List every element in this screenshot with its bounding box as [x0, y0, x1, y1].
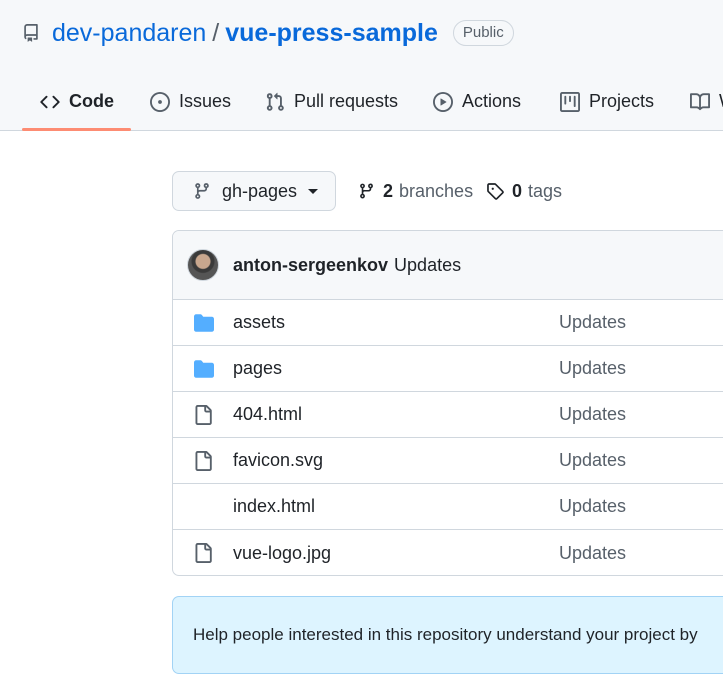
tab-label: Pull requests — [294, 91, 399, 111]
list-item[interactable]: pages Updates — [173, 346, 723, 392]
branches-label: branches — [399, 180, 474, 201]
file-icon — [195, 451, 212, 471]
tab-issues[interactable]: Issues — [150, 72, 231, 131]
tab-label: Code — [69, 91, 114, 111]
file-icon — [195, 543, 212, 563]
branches-link[interactable]: 2 branches — [358, 180, 473, 202]
latest-commit-bar: anton-sergeenkov Updates — [173, 231, 723, 300]
issue-icon — [150, 91, 170, 112]
pull-request-icon — [266, 92, 284, 111]
play-icon — [433, 91, 453, 112]
repo-owner-link[interactable]: dev-pandaren — [52, 19, 206, 48]
list-item[interactable]: vue-logo.jpg Updates — [173, 530, 723, 575]
file-commit-message-link[interactable]: Updates — [559, 543, 626, 564]
file-name-link[interactable]: vue-logo.jpg — [233, 543, 331, 564]
file-commit-message-link[interactable]: Updates — [559, 450, 626, 471]
list-item[interactable]: index.html Updates — [173, 484, 723, 530]
tags-label: tags — [528, 180, 563, 201]
tab-label: Actions — [462, 91, 522, 111]
list-item[interactable]: favicon.svg Updates — [173, 438, 723, 484]
file-name-link[interactable]: assets — [233, 312, 285, 333]
tab-wiki[interactable]: W — [690, 72, 723, 131]
repo-nav-tabs: Code Issues Pull requests Actions Projec… — [0, 72, 723, 131]
tags-count: 0 — [512, 180, 523, 201]
file-icon — [193, 497, 213, 517]
tab-projects[interactable]: Projects — [560, 72, 654, 131]
folder-icon — [194, 360, 214, 378]
commit-message-link[interactable]: Updates — [394, 255, 461, 276]
file-icon — [195, 405, 212, 425]
tab-label: Issues — [179, 91, 232, 111]
file-commit-message-link[interactable]: Updates — [559, 496, 626, 517]
tag-icon — [487, 183, 504, 200]
commit-author-link[interactable]: anton-sergeenkov — [233, 255, 388, 276]
list-item[interactable]: 404.html Updates — [173, 392, 723, 438]
branch-select-button[interactable]: gh-pages — [172, 171, 336, 211]
tags-link[interactable]: 0 tags — [486, 180, 562, 202]
chevron-down-icon — [308, 188, 319, 194]
repo-title: dev-pandaren / vue-press-sample Public — [22, 16, 514, 50]
tab-code[interactable]: Code — [40, 72, 114, 131]
tab-pull-requests[interactable]: Pull requests — [265, 72, 398, 131]
avatar[interactable] — [187, 249, 219, 281]
visibility-badge: Public — [452, 20, 514, 46]
file-commit-message-link[interactable]: Updates — [559, 404, 626, 425]
list-item[interactable]: assets Updates — [173, 300, 723, 346]
file-commit-message-link[interactable]: Updates — [559, 358, 626, 379]
path-separator: / — [212, 18, 220, 47]
git-branch-icon — [195, 183, 209, 199]
file-name-link[interactable]: 404.html — [233, 404, 302, 425]
repo-name-link[interactable]: vue-press-sample — [225, 19, 438, 48]
tab-label: Projects — [589, 91, 655, 111]
repo-header: dev-pandaren / vue-press-sample Public C… — [0, 0, 723, 131]
git-branch-icon — [360, 183, 373, 199]
file-name-link[interactable]: pages — [233, 358, 282, 379]
file-list: anton-sergeenkov Updates assets Updates … — [172, 230, 723, 576]
tab-label: W — [719, 91, 723, 112]
file-commit-message-link[interactable]: Updates — [559, 312, 626, 333]
branches-count: 2 — [383, 180, 394, 201]
book-icon — [690, 92, 710, 110]
tab-actions[interactable]: Actions — [433, 72, 521, 131]
current-branch-label: gh-pages — [222, 180, 298, 201]
readme-banner-text: Help people interested in this repositor… — [193, 625, 698, 644]
file-name-link[interactable]: favicon.svg — [233, 450, 323, 471]
selected-tab-underline — [22, 128, 131, 131]
project-icon — [560, 91, 580, 112]
code-icon — [40, 95, 60, 108]
add-readme-banner: Help people interested in this repositor… — [172, 596, 723, 674]
file-name-link[interactable]: index.html — [233, 496, 315, 517]
folder-icon — [194, 314, 214, 332]
repo-icon — [24, 24, 38, 42]
